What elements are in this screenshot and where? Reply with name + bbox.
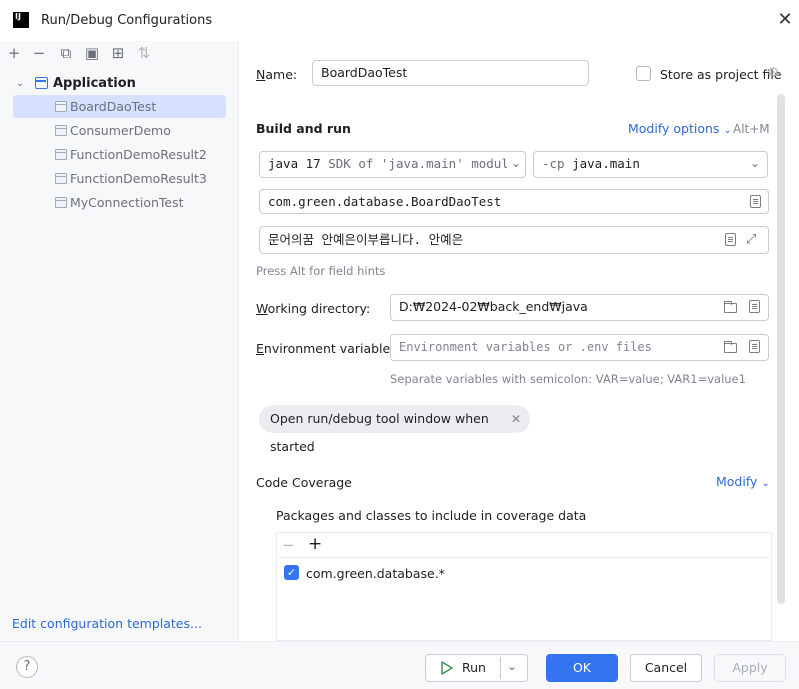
remove-icon[interactable]: −	[282, 536, 295, 554]
add-icon[interactable]: +	[5, 45, 23, 63]
coverage-item-label: com.green.database.*	[306, 566, 445, 581]
sidebar-item-label: BoardDaoTest	[70, 99, 157, 114]
close-icon[interactable]: ✕	[511, 405, 521, 433]
env-vars-hint: Separate variables with semicolon: VAR=v…	[390, 372, 746, 386]
sidebar-item-label: MyConnectionTest	[70, 195, 184, 210]
sidebar-item-myconnectiontest[interactable]: MyConnectionTest	[13, 191, 226, 214]
run-button[interactable]: Run ⌄	[425, 654, 528, 682]
sort-icon[interactable]: ⇅	[135, 45, 153, 63]
coverage-list	[276, 532, 772, 641]
modify-options-link[interactable]: Modify options ⌄	[628, 121, 732, 136]
chevron-down-icon[interactable]: ⌄	[507, 154, 525, 174]
sidebar-item-consumerdemo[interactable]: ConsumerDemo	[13, 119, 226, 142]
open-tool-window-chip[interactable]: Open run/debug tool window when started …	[259, 405, 530, 454]
working-dir-label: Working directory:	[256, 301, 371, 316]
tree-group-label: Application	[53, 76, 136, 91]
run-config-icon	[55, 149, 67, 160]
jdk-version: java 17	[268, 156, 321, 171]
coverage-modify-link[interactable]: Modify ⌄	[716, 474, 770, 489]
sidebar-item-functiondemoresult3[interactable]: FunctionDemoResult3	[13, 167, 226, 190]
store-project-label: Store as project file	[660, 67, 782, 82]
run-label: Run	[462, 660, 486, 675]
sidebar-item-label: ConsumerDemo	[70, 123, 171, 138]
coverage-modify-label: Modify	[716, 474, 758, 489]
sidebar-item-label: FunctionDemoResult3	[70, 171, 207, 186]
chevron-down-icon: ⌄	[761, 478, 770, 489]
sidebar-item-label: FunctionDemoResult2	[70, 147, 207, 162]
edit-templates-link[interactable]: Edit configuration templates...	[12, 616, 202, 631]
chip-label: Open run/debug tool window when started	[270, 411, 489, 454]
cp-module: java.main	[572, 156, 640, 171]
env-vars-label: Environment variables:	[256, 341, 401, 356]
name-label: Name:	[256, 67, 298, 82]
classpath-select[interactable]: -cp java.main	[533, 151, 768, 178]
close-icon[interactable]: ✕	[776, 11, 794, 30]
run-config-icon	[55, 125, 67, 136]
env-vars-input[interactable]: Environment variables or .env files	[390, 334, 769, 361]
name-input[interactable]: BoardDaoTest	[312, 60, 589, 86]
program-arguments-input[interactable]: 문어의꿈 안예은이부릅니다. 안예은	[259, 226, 769, 254]
modify-options-shortcut: Alt+M	[733, 122, 770, 136]
chevron-down-icon[interactable]: ⌄	[16, 72, 24, 95]
ok-button[interactable]: OK	[546, 654, 618, 682]
cp-prefix: -cp	[542, 156, 565, 171]
run-config-icon	[55, 101, 67, 112]
jdk-select[interactable]: java 17 SDK of 'java.main' module	[259, 151, 526, 178]
cancel-button[interactable]: Cancel	[630, 654, 702, 682]
run-config-icon	[55, 197, 67, 208]
run-icon	[441, 661, 453, 675]
chevron-down-icon[interactable]: ⌄	[507, 653, 517, 679]
add-icon[interactable]: +	[308, 534, 322, 554]
edit-list-icon[interactable]	[725, 233, 736, 246]
expand-icon[interactable]: ⤢	[746, 232, 756, 247]
build-run-title: Build and run	[256, 121, 351, 136]
main-class-input[interactable]: com.green.database.BoardDaoTest	[259, 189, 769, 214]
edit-env-icon[interactable]	[749, 340, 760, 353]
code-coverage-title: Code Coverage	[256, 475, 352, 490]
coverage-item-checkbox[interactable]: ✓	[284, 565, 299, 580]
chevron-down-icon[interactable]: ⌄	[746, 154, 764, 174]
help-button[interactable]: ?	[16, 656, 38, 678]
divider	[500, 657, 501, 679]
sidebar-item-functiondemoresult2[interactable]: FunctionDemoResult2	[13, 143, 226, 166]
new-folder-icon[interactable]: ⊞	[109, 45, 127, 63]
folder-icon[interactable]	[724, 341, 737, 353]
chevron-down-icon: ⌄	[723, 125, 732, 136]
apply-button[interactable]: Apply	[714, 654, 786, 682]
macro-icon[interactable]	[749, 300, 760, 313]
window-title: Run/Debug Configurations	[41, 13, 213, 28]
copy-icon[interactable]: ⧉	[57, 45, 75, 63]
jdk-description: SDK of 'java.main' module	[328, 156, 517, 171]
scrollbar[interactable]	[777, 94, 785, 604]
divider	[277, 557, 771, 558]
coverage-packages-label: Packages and classes to include in cover…	[276, 508, 587, 523]
gear-icon[interactable]: ⚙	[767, 65, 780, 81]
app-logo-icon: IJ	[13, 12, 29, 28]
working-dir-input[interactable]: D:₩2024-02₩back_end₩java	[390, 294, 769, 321]
browse-icon[interactable]	[750, 195, 761, 208]
application-icon	[35, 77, 48, 89]
run-config-icon	[55, 173, 67, 184]
modify-options-label: Modify options	[628, 121, 720, 136]
remove-icon[interactable]: −	[30, 45, 48, 63]
tree-group-application[interactable]: ⌄ Application	[13, 72, 226, 95]
store-project-checkbox[interactable]	[636, 66, 651, 81]
sidebar-item-boarddaotest[interactable]: BoardDaoTest	[13, 95, 226, 118]
folder-icon[interactable]	[724, 301, 737, 313]
field-hint-text: Press Alt for field hints	[256, 264, 386, 278]
save-icon[interactable]: ▣	[83, 45, 101, 63]
